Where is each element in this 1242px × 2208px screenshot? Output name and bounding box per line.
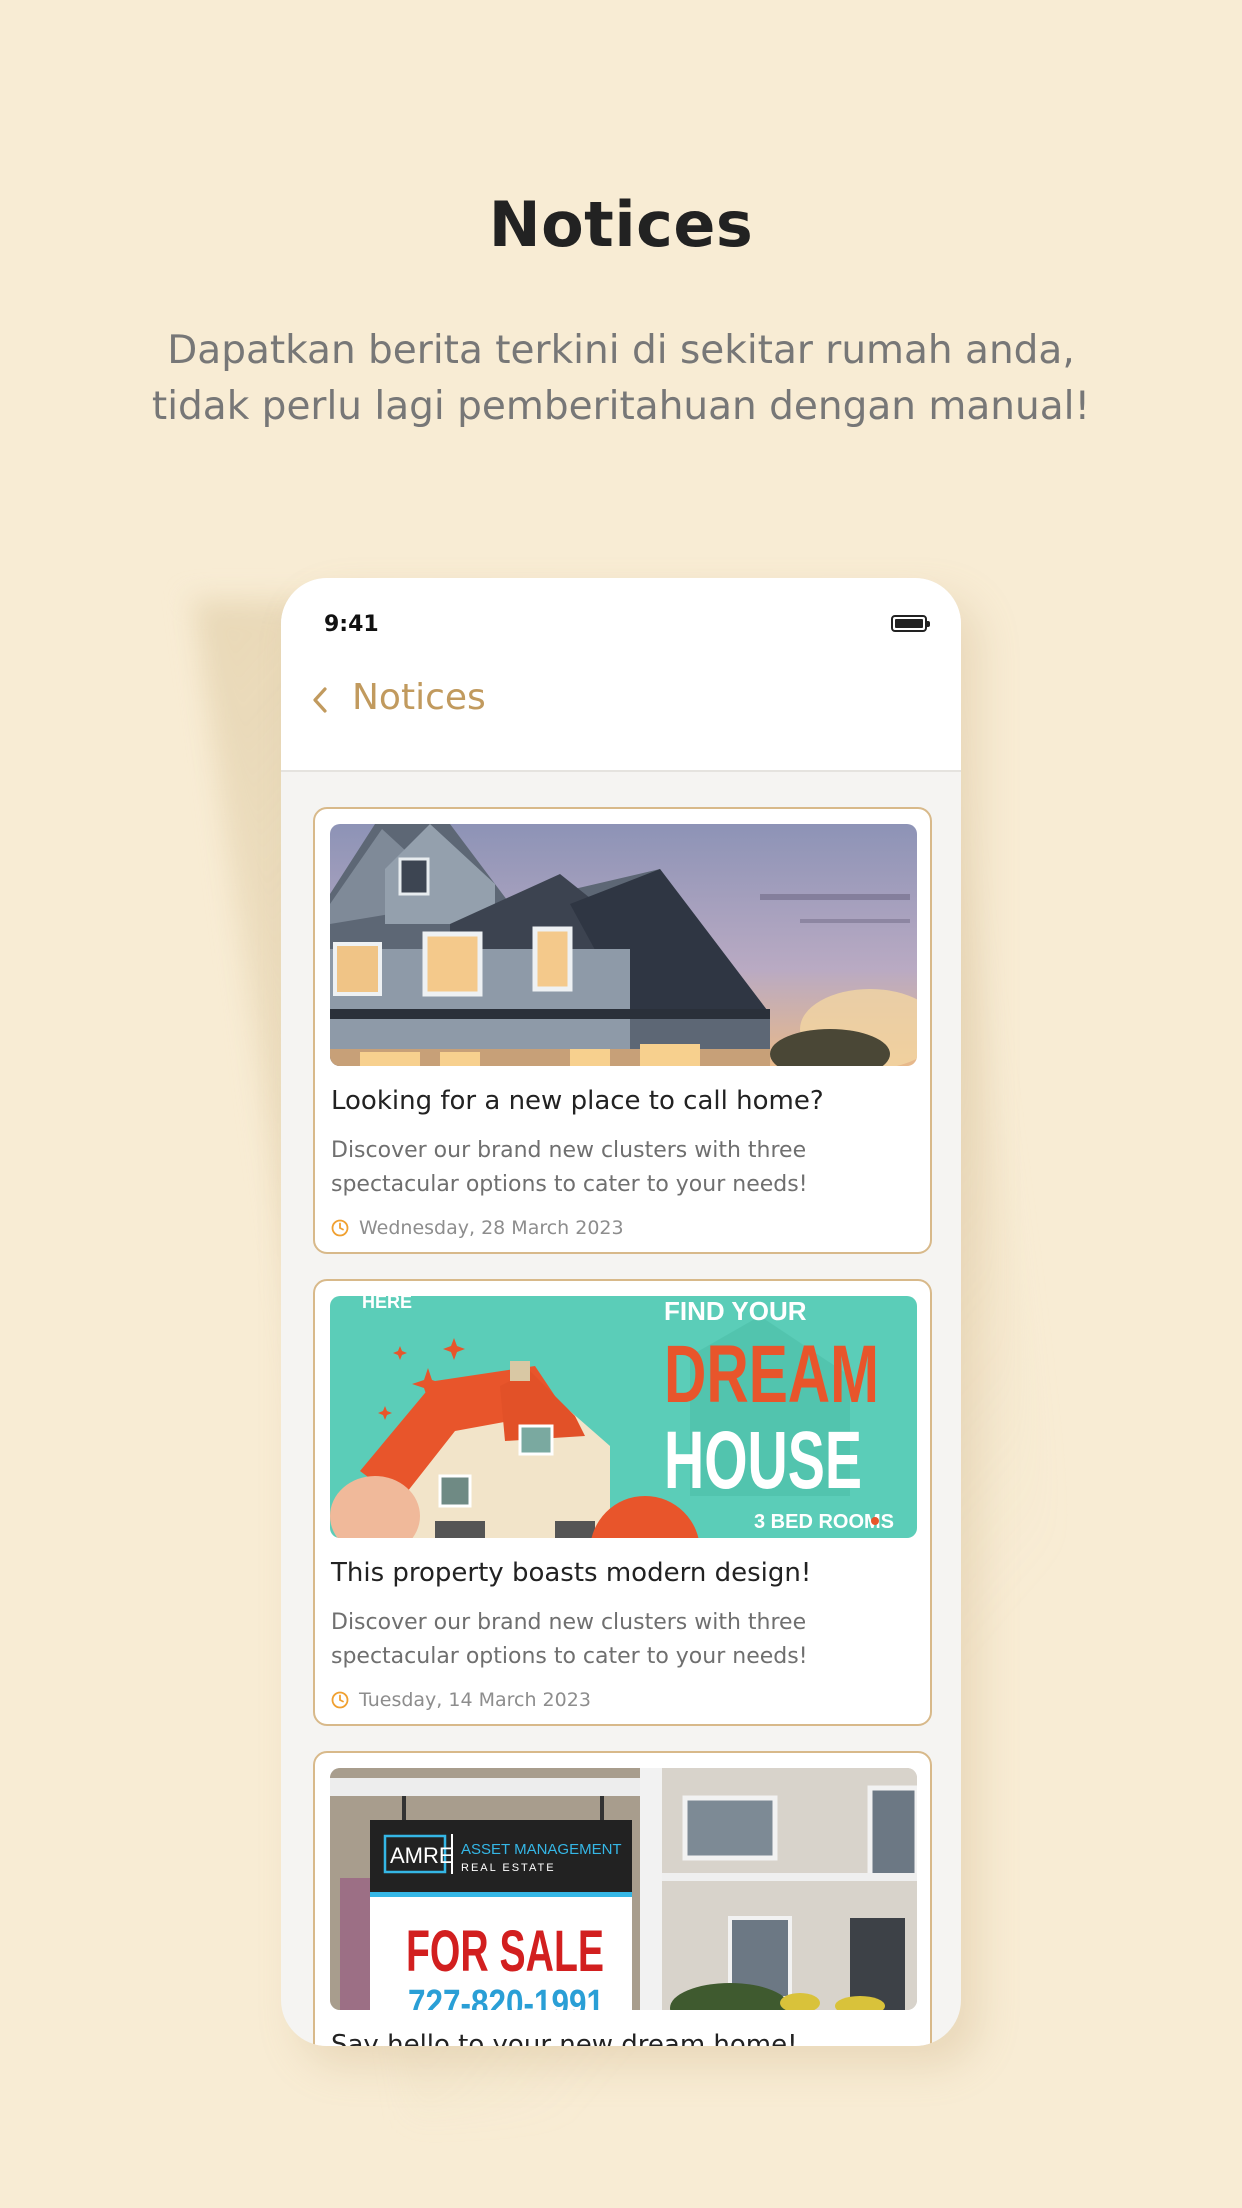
phone-mockup: 9:41 Notices Looking for a new place to …: [281, 578, 961, 2046]
notice-title: Say hello to your new dream home!: [331, 2030, 798, 2046]
image-company-line1: ASSET MANAGEMENT: [461, 1841, 622, 1858]
page-subtitle: Dapatkan berita terkini di sekitar rumah…: [100, 323, 1142, 435]
app-header: 9:41 Notices: [281, 578, 961, 772]
subtitle-line-2: tidak perlu lagi pemberitahuan dengan ma…: [151, 384, 1091, 429]
notice-image-house: [330, 824, 917, 1066]
notice-date-row: Wednesday, 28 March 2023: [331, 1217, 624, 1239]
notice-date: Wednesday, 28 March 2023: [359, 1217, 624, 1239]
subtitle-line-1: Dapatkan berita terkini di sekitar rumah…: [167, 328, 1075, 373]
notice-date: Tuesday, 14 March 2023: [359, 1689, 591, 1711]
image-phone-text: 727-820-1991: [408, 1983, 604, 2010]
back-chevron-icon[interactable]: [303, 682, 339, 718]
clock-icon: [331, 1691, 349, 1709]
notice-description: Discover our brand new clusters with thr…: [331, 1138, 808, 1197]
page-title: Notices: [488, 188, 754, 261]
image-logo-text: AMRE: [390, 1843, 454, 1868]
battery-icon: [891, 615, 930, 632]
notice-list[interactable]: Looking for a new place to call home? Di…: [313, 807, 932, 2046]
status-time: 9:41: [324, 612, 379, 637]
notice-date-row: Tuesday, 14 March 2023: [331, 1689, 591, 1711]
notice-image-dream-house: HERE FIND YOUR DREAM HOUSE 3 BED ROOMS: [330, 1296, 917, 1538]
image-company-line2: REAL ESTATE: [461, 1862, 556, 1874]
notice-card[interactable]: Looking for a new place to call home? Di…: [313, 807, 932, 1254]
image-line2-text: DREAM: [664, 1329, 879, 1420]
image-headline-text: FOR SALE: [406, 1919, 604, 1984]
clock-icon: [331, 1219, 349, 1237]
notice-card[interactable]: HERE FIND YOUR DREAM HOUSE 3 BED ROOMS T…: [313, 1279, 932, 1726]
image-line3-text: HOUSE: [664, 1415, 862, 1506]
image-brand-text: HERE: [362, 1296, 412, 1312]
image-line1-text: FIND YOUR: [664, 1296, 807, 1326]
notice-image-for-sale: AMRE ASSET MANAGEMENT REAL ESTATE FOR SA…: [330, 1768, 917, 2010]
notice-title: This property boasts modern design!: [331, 1558, 812, 1588]
notice-title: Looking for a new place to call home?: [331, 1086, 824, 1116]
notice-description: Discover our brand new clusters with thr…: [331, 1610, 808, 1669]
notice-card[interactable]: AMRE ASSET MANAGEMENT REAL ESTATE FOR SA…: [313, 1751, 932, 2046]
nav-title: Notices: [352, 677, 486, 718]
